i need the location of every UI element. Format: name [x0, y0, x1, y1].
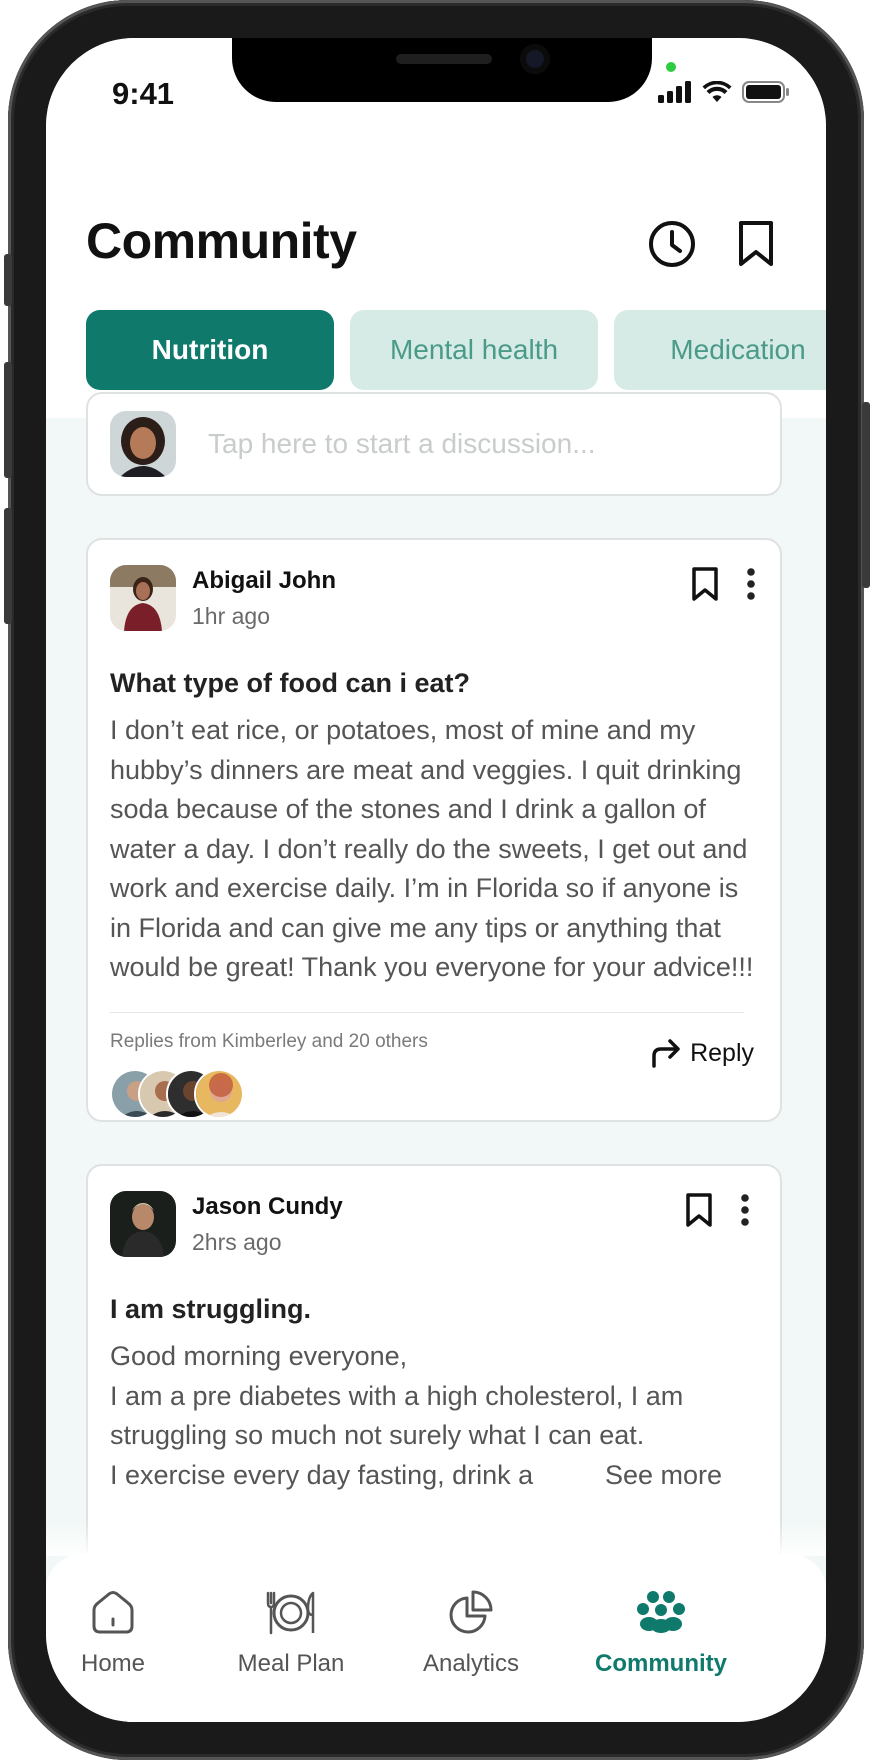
nav-analytics[interactable]: Analytics	[376, 1584, 566, 1678]
post-actions	[690, 566, 756, 602]
post-title: I am struggling.	[110, 1294, 312, 1324]
scroll-fade	[46, 1522, 826, 1556]
clock-icon	[649, 221, 695, 267]
post-divider	[110, 1011, 744, 1013]
replier-avatar	[194, 1068, 244, 1119]
bookmark-icon[interactable]	[684, 1192, 714, 1228]
tab-nutrition[interactable]: Nutrition	[86, 310, 334, 390]
nav-label: Home	[80, 1650, 146, 1677]
speaker	[396, 54, 492, 64]
nav-label: Analytics	[422, 1650, 520, 1677]
power-button	[862, 402, 870, 588]
post-time: 2hrs ago	[192, 1228, 282, 1255]
post-card[interactable]: Abigail John 1hr ago What type of food c…	[86, 538, 782, 1122]
history-button[interactable]	[646, 218, 698, 270]
silent-switch	[4, 254, 12, 306]
author-avatar[interactable]	[110, 565, 176, 631]
post-header: Jason Cundy 2hrs ago	[110, 1190, 758, 1258]
reply-label: Reply	[690, 1038, 754, 1067]
author-name[interactable]: Jason Cundy	[192, 1193, 343, 1221]
nav-home[interactable]: Home	[46, 1584, 208, 1678]
nav-label: Meal Plan	[237, 1650, 345, 1677]
notch	[232, 38, 652, 102]
post-actions	[684, 1192, 750, 1228]
signal-icon	[658, 81, 691, 103]
feed: Tap here to start a discussion... Abigai…	[86, 392, 782, 1606]
author-avatar[interactable]	[110, 1191, 176, 1257]
reply-button[interactable]: Reply	[650, 1038, 754, 1068]
bookmark-icon[interactable]	[690, 566, 720, 602]
post-body-line: I exercise every day fasting, drink a Se…	[110, 1456, 722, 1496]
post-body-truncated: I exercise every day fasting, drink a	[110, 1459, 534, 1490]
post-card[interactable]: Jason Cundy 2hrs ago I am struggling. Go…	[86, 1164, 782, 1564]
see-more-link[interactable]: See more	[605, 1456, 722, 1496]
reply-avatars[interactable]	[110, 1068, 758, 1121]
more-options-icon[interactable]	[746, 568, 756, 600]
tab-mental-health[interactable]: Mental health	[350, 310, 598, 390]
tab-medication[interactable]: Medication	[614, 310, 826, 390]
bottom-nav: Home Meal Plan Analytics Community	[46, 1554, 826, 1722]
current-user-avatar	[110, 411, 176, 477]
bookmark-icon	[739, 221, 773, 266]
front-camera	[520, 44, 550, 74]
post-body: Good morning everyone, I am a pre diabet…	[110, 1337, 760, 1495]
nav-community[interactable]: Community	[566, 1584, 756, 1678]
discussion-composer[interactable]: Tap here to start a discussion...	[86, 392, 782, 496]
wifi-icon	[702, 81, 732, 102]
privacy-indicator	[666, 62, 676, 72]
category-tabs: Nutrition Mental health Medication	[86, 310, 826, 390]
volume-down-button	[4, 508, 12, 624]
composer-placeholder: Tap here to start a discussion...	[208, 428, 596, 459]
nav-label: Community	[595, 1650, 727, 1677]
status-time: 9:41	[112, 76, 175, 111]
battery-icon	[742, 81, 789, 103]
bookmarks-button[interactable]	[730, 218, 782, 270]
screen: 9:41 Community Nutrition Mental health M…	[46, 38, 826, 1722]
post-body-line: Good morning everyone,	[110, 1341, 408, 1371]
home-icon	[92, 1591, 134, 1634]
post-body: I don’t eat rice, or potatoes, most of m…	[110, 715, 754, 982]
plate-utensils-icon	[266, 1591, 315, 1635]
header: Community Nutrition Mental health Medica…	[46, 128, 826, 418]
post-body-line: I am a pre diabetes with a high choleste…	[110, 1380, 684, 1451]
page-title: Community	[86, 213, 357, 269]
post-title: What type of food can i eat?	[110, 668, 471, 698]
nav-meal-plan[interactable]: Meal Plan	[196, 1584, 386, 1678]
post-time: 1hr ago	[192, 602, 271, 629]
paw-group-icon	[637, 1591, 685, 1633]
post-header: Abigail John 1hr ago	[110, 564, 758, 632]
pie-chart-icon	[449, 1590, 493, 1634]
reply-arrow-icon	[652, 1039, 680, 1068]
more-options-icon[interactable]	[740, 1194, 750, 1226]
author-name[interactable]: Abigail John	[192, 567, 336, 595]
volume-up-button	[4, 362, 12, 478]
status-icons	[658, 80, 790, 104]
